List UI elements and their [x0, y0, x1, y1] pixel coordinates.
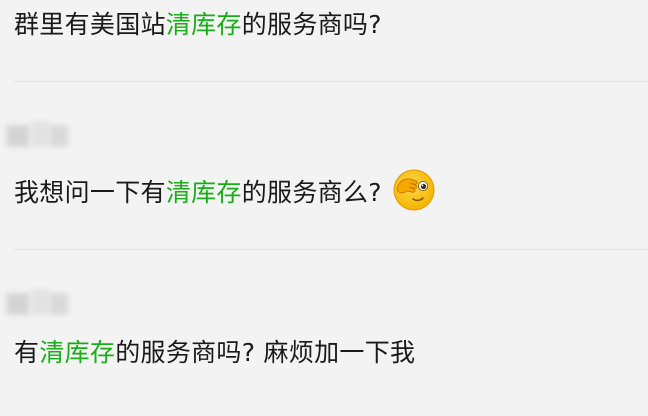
message-item[interactable]: 我想问一下有清库存的服务商么? [0, 83, 648, 250]
message-item[interactable]: 群里有美国站清库存的服务商吗? [0, 0, 648, 82]
peeking-face-icon [392, 168, 436, 212]
message-text-after: 的服务商吗? 麻烦加一下我 [115, 338, 416, 367]
message-feed: 群里有美国站清库存的服务商吗? 我想问一下有清库存的服务商么? 有清库存的服务商… [0, 0, 648, 416]
message-text: 我想问一下有清库存的服务商么? [14, 169, 436, 216]
message-text: 有清库存的服务商吗? 麻烦加一下我 [14, 337, 415, 369]
message-item[interactable]: 有清库存的服务商吗? 麻烦加一下我 [0, 251, 648, 416]
highlighted-keyword[interactable]: 清库存 [166, 10, 242, 39]
message-text-before: 有 [14, 338, 40, 367]
message-divider [14, 81, 648, 82]
highlighted-keyword[interactable]: 清库存 [166, 178, 242, 207]
message-text-before: 群里有美国站 [14, 10, 166, 39]
message-text-after: 的服务商么? [241, 178, 382, 207]
highlighted-keyword[interactable]: 清库存 [39, 338, 115, 367]
message-text: 群里有美国站清库存的服务商吗? [14, 9, 382, 41]
message-divider [14, 249, 648, 250]
blurred-avatar [0, 287, 72, 323]
blurred-avatar [0, 119, 72, 155]
message-text-after: 的服务商吗? [241, 10, 382, 39]
message-text-before: 我想问一下有 [14, 178, 166, 207]
